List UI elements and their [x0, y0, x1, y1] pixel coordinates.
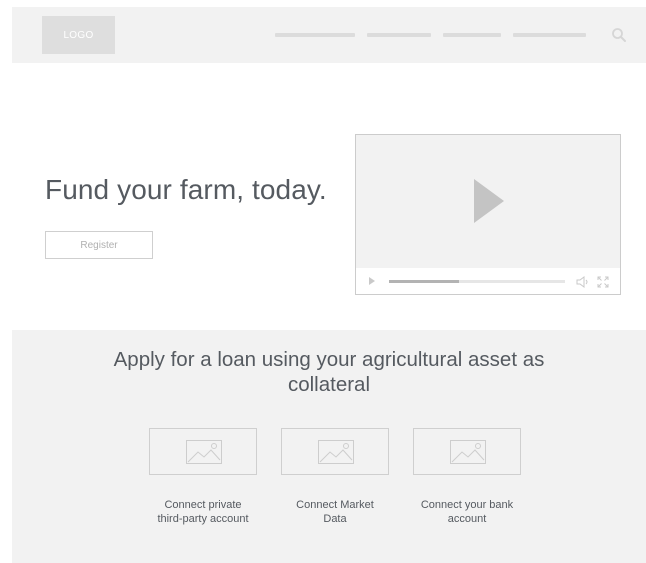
nav-item-2[interactable] [367, 33, 431, 37]
search-icon[interactable] [611, 27, 627, 43]
play-icon[interactable] [474, 179, 504, 223]
logo[interactable]: LOGO [42, 16, 115, 54]
progress-fill [389, 280, 460, 283]
card-label-line: Connect your bank [420, 499, 514, 511]
card-label-2: Connect Market Data [270, 498, 400, 526]
card-image-1 [149, 428, 257, 475]
card-image-3 [413, 428, 521, 475]
card-label-3: Connect your bank account [402, 498, 532, 526]
card-label-1: Connect private third-party account [138, 498, 268, 526]
card-label-line: Connect Market [296, 499, 374, 511]
progress-track[interactable] [389, 280, 565, 283]
card-label-line: account [447, 513, 487, 525]
fullscreen-icon[interactable] [597, 275, 609, 288]
video-player[interactable] [355, 134, 621, 295]
image-placeholder-icon [318, 440, 354, 464]
video-controls [356, 268, 620, 294]
section-title-line-2: collateral [287, 373, 371, 396]
nav-item-3[interactable] [443, 33, 501, 37]
section-title-line-1: Apply for a loan using your agricultural… [113, 348, 545, 371]
nav-item-1[interactable] [275, 33, 355, 37]
image-placeholder-icon [186, 440, 222, 464]
nav-item-4[interactable] [513, 33, 586, 37]
volume-icon[interactable] [576, 275, 590, 288]
card-label-line: third-party account [157, 513, 249, 525]
card-label-line: Data [323, 513, 347, 525]
play-button-small[interactable] [369, 277, 375, 285]
register-button[interactable]: Register [45, 231, 153, 259]
card-label-line: Connect private [164, 499, 242, 511]
image-placeholder-icon [450, 440, 486, 464]
hero-headline: Fund your farm, today. [45, 174, 327, 205]
section-title: Apply for a loan using your agricultural… [12, 347, 646, 397]
card-image-2 [281, 428, 389, 475]
